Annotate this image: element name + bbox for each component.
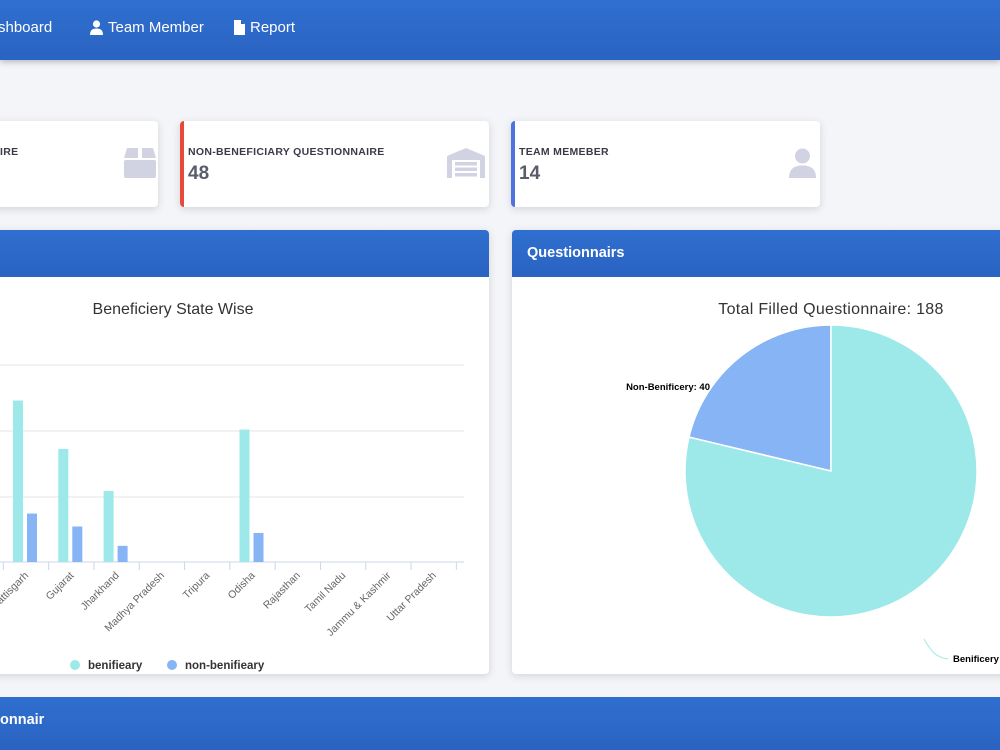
nav-report[interactable]: Report [234, 19, 295, 36]
card-accent [511, 121, 515, 207]
pie-label-beneficiary: Benificery [953, 654, 1000, 665]
beneficiary-state-panel: Beneficiery State Wise hattisgarh Gujarat… [0, 230, 489, 674]
card-label: IRE [0, 146, 19, 158]
pie-label-connector [923, 638, 949, 660]
user-icon [90, 20, 103, 35]
card-label: TEAM MEMEBER [519, 146, 609, 158]
bar-beneficiary[interactable] [13, 400, 23, 562]
bar-beneficiary[interactable] [103, 490, 114, 562]
x-tick-label: Jharkhand [79, 570, 122, 613]
panel-header [0, 230, 489, 277]
nav-team-member[interactable]: Team Member [90, 19, 204, 36]
nav-dashboard[interactable]: shboard [0, 19, 52, 36]
x-tick-label: Tamil Nadu [303, 570, 349, 616]
legend-label[interactable]: non-benifieary [185, 660, 265, 672]
bar-chart: Beneficiery State Wise hattisgarh Gujarat… [0, 301, 464, 672]
beneficiary-questionnaire-card: IRE [0, 121, 158, 207]
chart-title: Total Filled Questionnaire: 188 [718, 301, 943, 318]
panel-title: Questionnairs [527, 245, 625, 261]
x-tick-label: Rajasthan [261, 570, 303, 612]
x-tick-label: Tripura [181, 570, 213, 602]
bar-non-beneficiary[interactable] [72, 526, 83, 562]
panel-header: Questionnairs [512, 230, 1000, 277]
file-icon [234, 20, 245, 35]
x-tick-label: Odisha [226, 570, 258, 602]
bar-beneficiary[interactable] [58, 448, 69, 562]
pie-chart: Total Filled Questionnaire: 188 Non-Beni… [626, 301, 1000, 665]
top-navbar: shboard Team Member Report [0, 0, 1000, 60]
card-label: NON-BENEFICIARY QUESTIONNAIRE [188, 146, 385, 158]
bar-non-beneficiary[interactable] [27, 513, 37, 562]
x-tick-label: hattisgarh [0, 570, 31, 611]
bar-non-beneficiary[interactable] [117, 545, 128, 562]
questionnaires-panel: Questionnairs Total Filled Questionnaire… [512, 230, 1000, 674]
team-member-card: TEAM MEMEBER 14 [511, 121, 820, 207]
bar-non-beneficiary[interactable] [253, 532, 264, 562]
legend-marker [70, 660, 80, 670]
chart-title: Beneficiery State Wise [93, 301, 254, 318]
bar-beneficiary[interactable] [239, 429, 250, 562]
card-value: 14 [519, 163, 541, 184]
nav-dashboard-label: shboard [0, 19, 53, 36]
nav-team-member-label: Team Member [108, 19, 204, 36]
x-tick-label: Gujarat [44, 570, 77, 603]
user-icon [789, 148, 816, 178]
non-beneficiary-questionnaire-card: NON-BENEFICIARY QUESTIONNAIRE 48 [180, 121, 489, 207]
box-icon [124, 148, 156, 178]
legend-label[interactable]: benifieary [88, 660, 143, 672]
bottom-panel-header: onnair [0, 697, 1000, 750]
card-value: 48 [188, 163, 210, 184]
card-accent [180, 121, 184, 207]
legend-marker [167, 660, 177, 670]
bottom-panel-title: onnair [0, 712, 45, 728]
nav-report-label: Report [250, 19, 296, 36]
pie-label-non-beneficiary: Non-Benificery: 40 [626, 382, 710, 393]
warehouse-icon [447, 148, 485, 178]
